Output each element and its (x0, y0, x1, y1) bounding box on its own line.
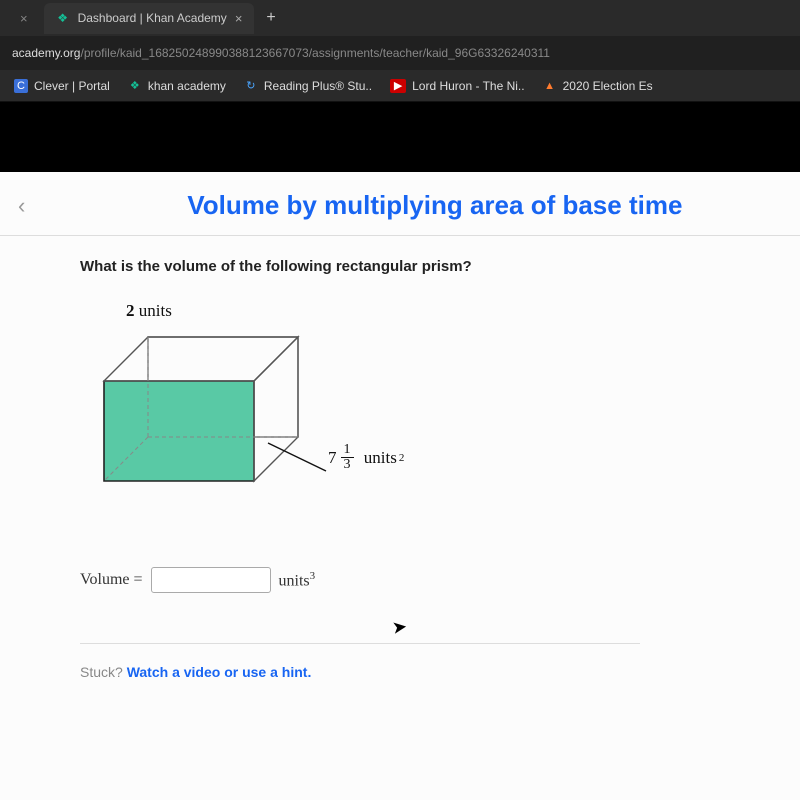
bookmark-election[interactable]: ▲ 2020 Election Es (543, 79, 653, 93)
reading-icon: ↻ (244, 79, 258, 93)
bookmark-label: 2020 Election Es (563, 79, 653, 93)
length-dimension: 2 units (126, 301, 172, 321)
bookmark-reading-plus[interactable]: ↻ Reading Plus® Stu.. (244, 79, 372, 93)
page-content: ‹ Volume by multiplying area of base tim… (0, 172, 800, 800)
url-text: academy.org/profile/kaid_168250248990388… (12, 46, 550, 60)
prism-svg (98, 303, 438, 533)
bookmarks-bar: C Clever | Portal ❖ khan academy ↻ Readi… (0, 70, 800, 102)
tab-bar: × ❖ Dashboard | Khan Academy × + (0, 0, 800, 36)
answer-row: Volume = units3 (80, 567, 720, 593)
question-prompt: What is the volume of the following rect… (80, 258, 720, 275)
youtube-icon: ▶ (390, 79, 406, 93)
bookmark-label: Clever | Portal (34, 79, 110, 93)
bookmark-clever[interactable]: C Clever | Portal (14, 79, 110, 93)
clever-icon: C (14, 79, 28, 93)
khan-favicon-icon: ❖ (56, 11, 70, 25)
bookmark-label: Lord Huron - The Ni.. (412, 79, 525, 93)
stuck-help: Stuck? Watch a video or use a hint. (80, 664, 720, 680)
base-area-dimension: 7 1 3 units2 (328, 443, 404, 472)
page-header: ‹ Volume by multiplying area of base tim… (0, 172, 800, 236)
browser-tab-inactive[interactable]: × (8, 3, 40, 34)
bookmark-khan[interactable]: ❖ khan academy (128, 79, 226, 93)
answer-label: Volume = (80, 571, 143, 589)
back-chevron-icon[interactable]: ‹ (6, 193, 37, 219)
khan-icon: ❖ (128, 79, 142, 93)
bookmark-lord-huron[interactable]: ▶ Lord Huron - The Ni.. (390, 79, 525, 93)
divider (80, 643, 640, 644)
close-icon[interactable]: × (235, 11, 243, 26)
election-icon: ▲ (543, 79, 557, 93)
browser-tab-active[interactable]: ❖ Dashboard | Khan Academy × (44, 3, 255, 34)
window-gap (0, 102, 800, 172)
bookmark-label: khan academy (148, 79, 226, 93)
tab-title: Dashboard | Khan Academy (78, 11, 227, 25)
prism-diagram: 2 units 7 1 3 units2 (98, 303, 438, 533)
page-title: Volume by multiplying area of base time (37, 190, 780, 221)
mouse-cursor-icon: ➤ (391, 616, 409, 639)
new-tab-button[interactable]: + (258, 5, 283, 31)
stuck-prefix: Stuck? (80, 664, 127, 680)
close-icon[interactable]: × (20, 11, 28, 26)
hint-link[interactable]: Watch a video or use a hint. (127, 664, 312, 680)
address-bar[interactable]: academy.org/profile/kaid_168250248990388… (0, 36, 800, 70)
answer-unit: units3 (279, 570, 316, 590)
bookmark-label: Reading Plus® Stu.. (264, 79, 372, 93)
volume-input[interactable] (151, 567, 271, 593)
